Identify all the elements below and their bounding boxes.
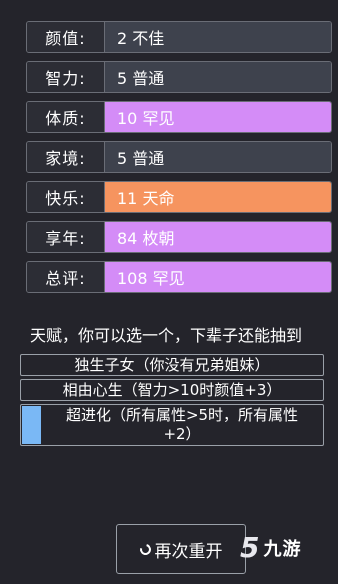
stat-row-appearance: 颜值: 2 不佳	[26, 21, 332, 53]
selected-marker	[22, 406, 41, 444]
stat-row-lifespan: 享年: 84 枚朝	[26, 221, 332, 253]
talent-option-appearance[interactable]: 相由心生（智力>10时颜值+3）	[20, 379, 324, 401]
stat-value: 10 罕见	[105, 102, 331, 132]
stat-row-intelligence: 智力: 5 普通	[26, 61, 332, 93]
stat-label: 快乐:	[27, 182, 105, 212]
stat-value: 11 天命	[105, 182, 331, 212]
watermark-text: 九游	[263, 539, 302, 560]
stat-value: 84 枚朝	[105, 222, 331, 252]
talent-label-line2: +2）	[163, 425, 201, 443]
talent-label: 独生子女（你没有兄弟姐妹）	[74, 356, 270, 374]
restart-label: 再次重开	[154, 541, 223, 562]
stat-label: 总评:	[27, 262, 105, 292]
refresh-icon	[137, 541, 153, 557]
stat-row-overall: 总评: 108 罕见	[26, 261, 332, 293]
stat-value: 2 不佳	[105, 22, 331, 52]
stat-row-family: 家境: 5 普通	[26, 141, 332, 173]
stat-value: 5 普通	[105, 62, 331, 92]
talent-option-super-evolution[interactable]: 超进化（所有属性>5时，所有属性 +2）	[20, 404, 324, 446]
stat-label: 智力:	[27, 62, 105, 92]
talent-title: 天赋，你可以选一个，下辈子还能抽到	[30, 326, 303, 345]
stat-value: 5 普通	[105, 142, 331, 172]
stat-label: 享年:	[27, 222, 105, 252]
restart-button[interactable]: 再次重开	[116, 524, 246, 574]
stat-value: 108 罕见	[105, 262, 331, 292]
stat-row-happiness: 快乐: 11 天命	[26, 181, 332, 213]
stat-label: 家境:	[27, 142, 105, 172]
talent-option-only-child[interactable]: 独生子女（你没有兄弟姐妹）	[20, 354, 324, 376]
talent-label-line1: 超进化（所有属性>5时，所有属性	[65, 406, 299, 424]
stat-label: 体质:	[27, 102, 105, 132]
watermark-logo: 5 九游	[240, 530, 301, 566]
talent-label: 相由心生（智力>10时颜值+3）	[62, 381, 282, 399]
stat-row-constitution: 体质: 10 罕见	[26, 101, 332, 133]
watermark-mark: 5	[240, 531, 260, 564]
stat-label: 颜值:	[27, 22, 105, 52]
